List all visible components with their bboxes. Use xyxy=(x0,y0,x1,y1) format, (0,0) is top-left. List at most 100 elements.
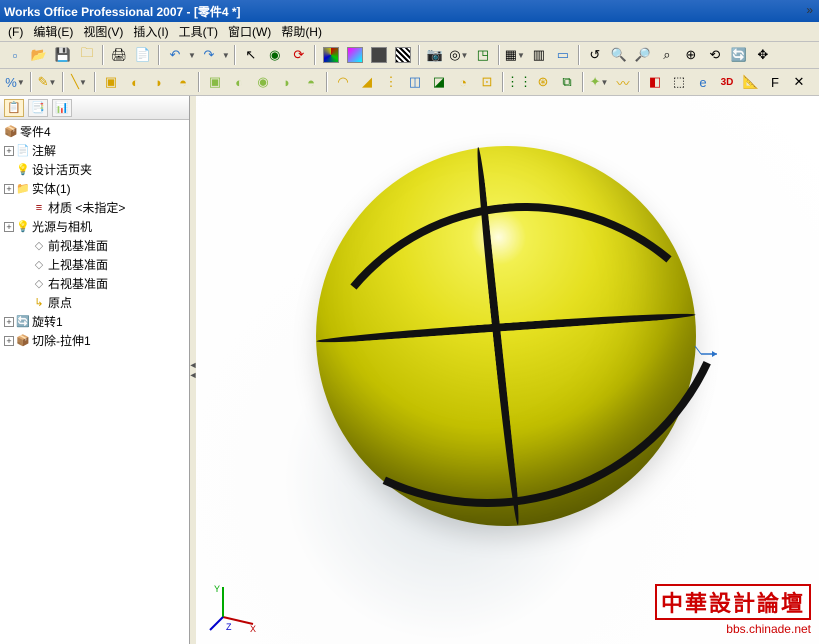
node-label: 前视基准面 xyxy=(48,237,108,254)
expand-icon[interactable]: + xyxy=(4,146,14,156)
fillet-button[interactable]: ◠ xyxy=(332,71,354,93)
undo-dropdown-icon[interactable]: ▼ xyxy=(188,51,196,60)
pattern-linear-button[interactable]: ⋮⋮ xyxy=(508,71,530,93)
tool-f-button[interactable]: F xyxy=(764,71,786,93)
tree-node[interactable]: ◇前视基准面 xyxy=(2,236,187,255)
expand-icon[interactable]: + xyxy=(4,317,14,327)
node-label: 上视基准面 xyxy=(48,256,108,273)
eval-button[interactable]: ⬚ xyxy=(668,71,690,93)
tree-root[interactable]: 📦 零件4 xyxy=(2,122,187,141)
layout-button[interactable]: ▦▼ xyxy=(504,44,526,66)
rib-button[interactable]: ⋮ xyxy=(380,71,402,93)
undo-button[interactable]: ↶ xyxy=(164,44,186,66)
tree-node[interactable]: +🔄旋转1 xyxy=(2,312,187,331)
redo-dropdown-icon[interactable]: ▼ xyxy=(222,51,230,60)
redo-button[interactable]: ↷ xyxy=(198,44,220,66)
rebuild-button[interactable]: ⟳ xyxy=(288,44,310,66)
tree-node[interactable]: +💡光源与相机 xyxy=(2,217,187,236)
filter-button[interactable]: ◉ xyxy=(264,44,286,66)
new-button[interactable]: ▫ xyxy=(4,44,26,66)
tree-node[interactable]: ◇上视基准面 xyxy=(2,255,187,274)
wrap-button[interactable]: ⊡ xyxy=(476,71,498,93)
draft-button[interactable]: ◪ xyxy=(428,71,450,93)
measure-button[interactable]: 📐 xyxy=(740,71,762,93)
render-button[interactable]: ◧ xyxy=(644,71,666,93)
save-button[interactable]: 💾 xyxy=(52,44,74,66)
cut-revolve-button[interactable]: ◐ xyxy=(228,71,250,93)
expand-icon[interactable]: + xyxy=(4,336,14,346)
3d-viewport[interactable]: X Y Z 中華設計論壇 bbs.chinade.net xyxy=(196,96,819,644)
node-label: 材质 <未指定> xyxy=(48,199,125,216)
cut-sweep-button[interactable]: ◗ xyxy=(276,71,298,93)
tree-node[interactable]: ≡材质 <未指定> xyxy=(2,198,187,217)
grid4-button[interactable] xyxy=(320,44,342,66)
rotate-button[interactable]: ⟲ xyxy=(704,44,726,66)
camera-button[interactable]: 📷 xyxy=(424,44,446,66)
lens-button[interactable]: ◎▼ xyxy=(448,44,470,66)
tree-node[interactable]: +📄注解 xyxy=(2,141,187,160)
expand-icon[interactable]: + xyxy=(4,222,14,232)
scene-button[interactable]: ◳ xyxy=(472,44,494,66)
line-button[interactable]: ╲▼ xyxy=(68,71,90,93)
menu-file[interactable]: (F) xyxy=(4,23,27,41)
hole-button[interactable]: ◉ xyxy=(252,71,274,93)
tab-config[interactable]: 📊 xyxy=(52,99,72,117)
menu-insert[interactable]: 插入(I) xyxy=(129,21,172,42)
curves-button[interactable]: 〰 xyxy=(612,71,634,93)
orbit-button[interactable]: ↺ xyxy=(584,44,606,66)
pan-button[interactable]: ⊕ xyxy=(680,44,702,66)
expand-spacer xyxy=(4,165,14,175)
cut-loft-button[interactable]: ◓ xyxy=(300,71,322,93)
tree-node[interactable]: +📦切除-拉伸1 xyxy=(2,331,187,350)
menu-help[interactable]: 帮助(H) xyxy=(277,21,326,42)
e-button[interactable]: e xyxy=(692,71,714,93)
refgeom-button[interactable]: ✦▼ xyxy=(588,71,610,93)
color-button[interactable] xyxy=(344,44,366,66)
tool-x-button[interactable]: ✕ xyxy=(788,71,810,93)
tab-feature-tree[interactable]: 📋 xyxy=(4,99,24,117)
texture-button[interactable] xyxy=(392,44,414,66)
chamfer-button[interactable]: ◢ xyxy=(356,71,378,93)
tab-property[interactable]: 📑 xyxy=(28,99,48,117)
tree-node[interactable]: ◇右视基准面 xyxy=(2,274,187,293)
menu-tools[interactable]: 工具(T) xyxy=(175,21,222,42)
menu-view[interactable]: 视图(V) xyxy=(79,21,127,42)
expand-icon[interactable]: + xyxy=(4,184,14,194)
tree-node[interactable]: ↳原点 xyxy=(2,293,187,312)
menu-window[interactable]: 窗口(W) xyxy=(224,21,275,42)
node-icon: ◇ xyxy=(32,277,46,291)
zoom-area-button[interactable]: ⌕ xyxy=(656,44,678,66)
extrude-button[interactable]: ▣ xyxy=(100,71,122,93)
cut-extrude-button[interactable]: ▣ xyxy=(204,71,226,93)
model-basketball[interactable] xyxy=(316,146,696,526)
dome-button[interactable]: ◔ xyxy=(452,71,474,93)
move-button[interactable]: ✥ xyxy=(752,44,774,66)
material-button[interactable] xyxy=(368,44,390,66)
revolve-button[interactable]: ◐ xyxy=(124,71,146,93)
triad-mini-icon xyxy=(689,336,719,366)
mirror-button[interactable]: ⧉ xyxy=(556,71,578,93)
preview-button[interactable]: 📄 xyxy=(132,44,154,66)
tile-button[interactable]: ▥ xyxy=(528,44,550,66)
sweep-button[interactable]: ◗ xyxy=(148,71,170,93)
open-button[interactable]: 📂 xyxy=(28,44,50,66)
feature-tree[interactable]: 📦 零件4 +📄注解💡设计活页夹+📁实体(1)≡材质 <未指定>+💡光源与相机◇… xyxy=(0,120,189,644)
refresh-button[interactable]: 🔄 xyxy=(728,44,750,66)
sketch-button[interactable]: ✎▼ xyxy=(36,71,58,93)
feature-tree-panel: 📋 📑 📊 » 📦 零件4 +📄注解💡设计活页夹+📁实体(1)≡材质 <未指定>… xyxy=(0,96,190,644)
zoom-in-button[interactable]: 🔍 xyxy=(608,44,630,66)
tree-node[interactable]: 💡设计活页夹 xyxy=(2,160,187,179)
select-button[interactable]: ↖ xyxy=(240,44,262,66)
tree-node[interactable]: +📁实体(1) xyxy=(2,179,187,198)
loft-button[interactable]: ◓ xyxy=(172,71,194,93)
zoom-fit-button[interactable]: 🔎 xyxy=(632,44,654,66)
cascade-button[interactable]: ▭ xyxy=(552,44,574,66)
saveall-button[interactable]: 🗀 xyxy=(76,44,98,66)
dimension-button[interactable]: %▼ xyxy=(4,71,26,93)
watermark-sub: bbs.chinade.net xyxy=(655,622,811,636)
shell-button[interactable]: ◫ xyxy=(404,71,426,93)
menu-edit[interactable]: 编辑(E) xyxy=(29,21,77,42)
3d-button[interactable]: 3D xyxy=(716,71,738,93)
pattern-circular-button[interactable]: ⊛ xyxy=(532,71,554,93)
print-button[interactable]: 🖨 xyxy=(108,44,130,66)
